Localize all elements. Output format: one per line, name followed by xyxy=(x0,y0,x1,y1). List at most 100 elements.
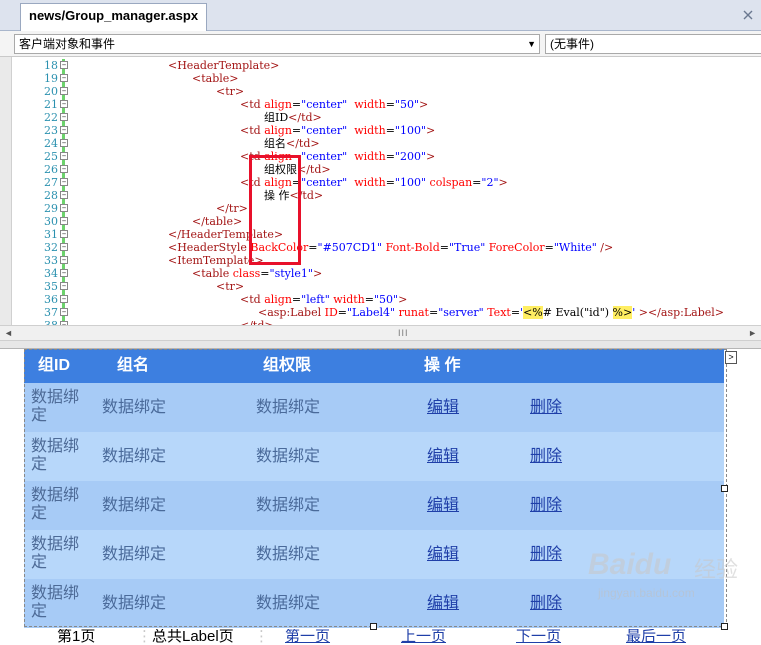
client-objects-dropdown[interactable]: 客户端对象和事件 ▼ xyxy=(14,34,540,54)
collapse-icon[interactable]: − xyxy=(60,204,68,212)
chevron-right-icon[interactable]: > xyxy=(725,351,737,364)
delete-link[interactable]: 删除 xyxy=(530,481,562,530)
code-line[interactable]: 25− <td align="center" width="200"> xyxy=(0,150,761,163)
code-token: </table> xyxy=(192,215,243,228)
collapse-icon[interactable]: − xyxy=(60,256,68,264)
code-token: width xyxy=(354,150,386,163)
delete-link[interactable]: 删除 xyxy=(530,530,562,579)
code-token: "center" xyxy=(301,98,348,111)
code-line[interactable]: 23− <td align="center" width="100"> xyxy=(0,124,761,137)
code-token: </td> xyxy=(297,163,331,176)
collapse-icon[interactable]: − xyxy=(60,191,68,199)
edit-link[interactable]: 编辑 xyxy=(427,432,459,481)
scroll-thumb-grip[interactable]: III xyxy=(398,328,409,338)
collapse-icon[interactable]: − xyxy=(60,126,68,134)
edit-link[interactable]: 编辑 xyxy=(427,481,459,530)
code-token: <td xyxy=(240,293,265,306)
delete-link[interactable]: 删除 xyxy=(530,383,562,432)
code-token: runat xyxy=(398,306,429,319)
close-icon[interactable] xyxy=(741,8,755,22)
collapse-icon[interactable]: − xyxy=(60,269,68,277)
code-token: = xyxy=(291,293,302,306)
code-token: "200" xyxy=(394,150,427,163)
collapse-icon[interactable]: − xyxy=(60,165,68,173)
code-token: = xyxy=(510,306,521,319)
collapse-icon[interactable]: − xyxy=(60,152,68,160)
code-token: = xyxy=(291,98,302,111)
line-number: 36 xyxy=(44,293,58,306)
watermark-brand-suffix: 经验 xyxy=(694,557,739,582)
code-token: "True" xyxy=(448,241,486,254)
collapse-icon[interactable]: − xyxy=(60,74,68,82)
collapse-icon[interactable]: − xyxy=(60,61,68,69)
code-token: "center" xyxy=(301,124,348,137)
code-token: ForeColor xyxy=(488,241,545,254)
cell-group-id: 数据绑定 xyxy=(31,585,80,620)
navigation-bar: 客户端对象和事件 ▼ (无事件) xyxy=(0,31,761,57)
code-token: </td> xyxy=(288,111,322,124)
cell-group-name: 数据绑定 xyxy=(102,546,167,563)
code-token: width xyxy=(354,124,386,137)
code-token: <tr> xyxy=(216,280,245,293)
code-line[interactable]: 32− <HeaderStyle BackColor="#507CD1" Font… xyxy=(0,241,761,254)
resize-handle-right[interactable] xyxy=(721,485,728,492)
code-token: "center" xyxy=(301,176,348,189)
collapse-icon[interactable]: − xyxy=(60,100,68,108)
collapse-icon[interactable]: − xyxy=(60,230,68,238)
highlight-box xyxy=(249,155,301,265)
edit-link[interactable]: 编辑 xyxy=(427,383,459,432)
code-token: = xyxy=(385,176,395,189)
collapse-icon[interactable]: − xyxy=(60,87,68,95)
events-dropdown[interactable]: (无事件) xyxy=(545,34,761,54)
code-line[interactable]: 21− <td align="center" width="50"> xyxy=(0,98,761,111)
code-line[interactable]: 26− 组权限</td> xyxy=(0,163,761,176)
collapse-icon[interactable]: − xyxy=(60,243,68,251)
cell-group-id: 数据绑定 xyxy=(31,389,80,424)
document-tab-bar: news/Group_manager.aspx xyxy=(0,0,761,31)
code-line[interactable]: 37− <asp:Label ID="Label4" runat="server"… xyxy=(0,306,761,319)
collapse-icon[interactable]: − xyxy=(60,178,68,186)
code-line[interactable]: 36− <td align="left" width="50"> xyxy=(0,293,761,306)
code-line[interactable]: 33− <ItemTemplate> xyxy=(0,254,761,267)
code-token: <tr> xyxy=(216,85,245,98)
code-line[interactable]: 22− 组ID</td> xyxy=(0,111,761,124)
code-text: <td align="center" width="50"> xyxy=(240,98,428,111)
code-line[interactable]: 19− <table> xyxy=(0,72,761,85)
code-line[interactable]: 30− </table> xyxy=(0,215,761,228)
edit-link[interactable]: 编辑 xyxy=(427,579,459,628)
collapse-icon[interactable]: − xyxy=(60,139,68,147)
line-number: 19 xyxy=(44,72,58,85)
collapse-icon[interactable]: − xyxy=(60,308,68,316)
edit-link[interactable]: 编辑 xyxy=(427,530,459,579)
collapse-icon[interactable]: − xyxy=(60,295,68,303)
horizontal-scrollbar[interactable]: ◄ III ► xyxy=(0,325,761,341)
code-line[interactable]: 29− </tr> xyxy=(0,202,761,215)
header-group-name: 组名 xyxy=(117,357,150,374)
source-editor[interactable]: 18− <HeaderTemplate> 19− <table> 20− <tr> 21− <… xyxy=(0,57,761,325)
code-line[interactable]: 35− <tr> xyxy=(0,280,761,293)
code-line[interactable]: 28− 操 作</td> xyxy=(0,189,761,202)
client-objects-value: 客户端对象和事件 xyxy=(19,37,116,51)
code-line[interactable]: 31− </HeaderTemplate> xyxy=(0,228,761,241)
collapse-icon[interactable]: − xyxy=(60,282,68,290)
collapse-icon[interactable]: − xyxy=(60,217,68,225)
delete-link[interactable]: 删除 xyxy=(530,579,562,628)
code-line[interactable]: 20− <tr> xyxy=(0,85,761,98)
code-token: <table xyxy=(192,267,233,280)
code-line[interactable]: 34− <table class="style1"> xyxy=(0,267,761,280)
scroll-right-icon[interactable]: ► xyxy=(748,328,757,338)
line-number: 30 xyxy=(44,215,58,228)
code-text: <td align="center" width="100"> xyxy=(240,124,435,137)
scroll-left-icon[interactable]: ◄ xyxy=(4,328,13,338)
code-token: "50" xyxy=(394,98,420,111)
view-splitter[interactable] xyxy=(0,341,761,349)
line-number: 23 xyxy=(44,124,58,137)
code-token: "100" xyxy=(394,176,427,189)
collapse-icon[interactable]: − xyxy=(60,113,68,121)
code-line[interactable]: 27− <td align="center" width="100" colspa… xyxy=(0,176,761,189)
delete-link[interactable]: 删除 xyxy=(530,432,562,481)
code-line[interactable]: 24− 组名</td> xyxy=(0,137,761,150)
cell-group-name: 数据绑定 xyxy=(102,448,167,465)
code-line[interactable]: 18− <HeaderTemplate> xyxy=(0,59,761,72)
document-tab[interactable]: news/Group_manager.aspx xyxy=(20,3,208,31)
